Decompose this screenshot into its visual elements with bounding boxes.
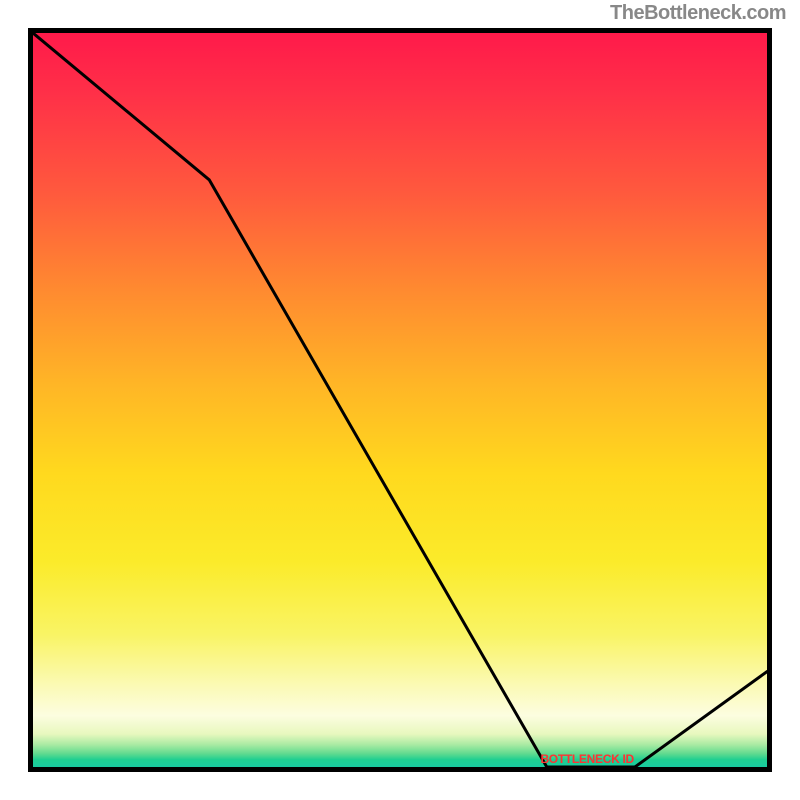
bottleneck-label: BOTTLENECK ID bbox=[540, 752, 633, 766]
bottleneck-line bbox=[33, 33, 767, 767]
chart-frame: BOTTLENECK ID bbox=[28, 28, 772, 772]
plot-area: BOTTLENECK ID bbox=[33, 33, 767, 767]
attribution-text: TheBottleneck.com bbox=[610, 2, 786, 25]
